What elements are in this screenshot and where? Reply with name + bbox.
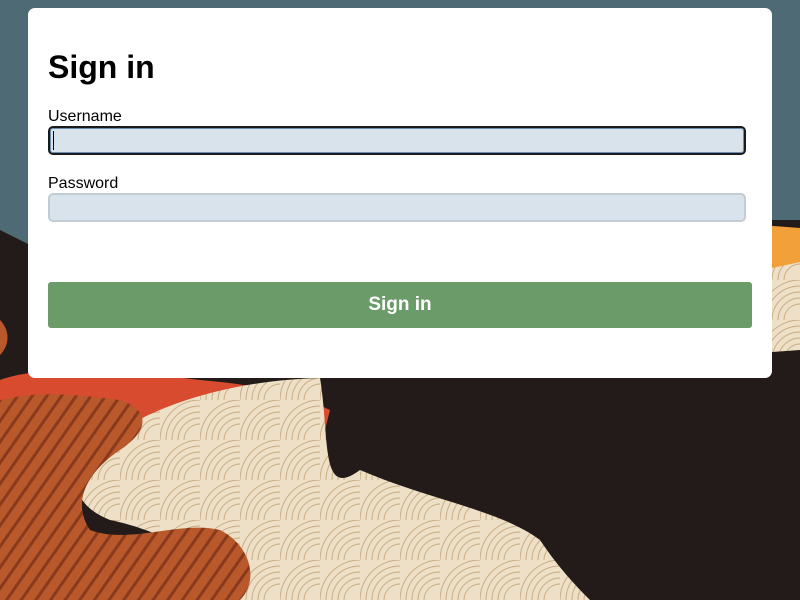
page-title: Sign in — [48, 49, 155, 85]
username-label: Username — [48, 108, 122, 125]
sign-in-button[interactable]: Sign in — [48, 282, 752, 328]
password-label: Password — [48, 175, 119, 192]
sign-in-card: Sign in Username Password Sign in — [28, 8, 772, 378]
username-input[interactable] — [48, 126, 746, 155]
password-input[interactable] — [48, 193, 746, 222]
text-caret — [53, 131, 54, 150]
